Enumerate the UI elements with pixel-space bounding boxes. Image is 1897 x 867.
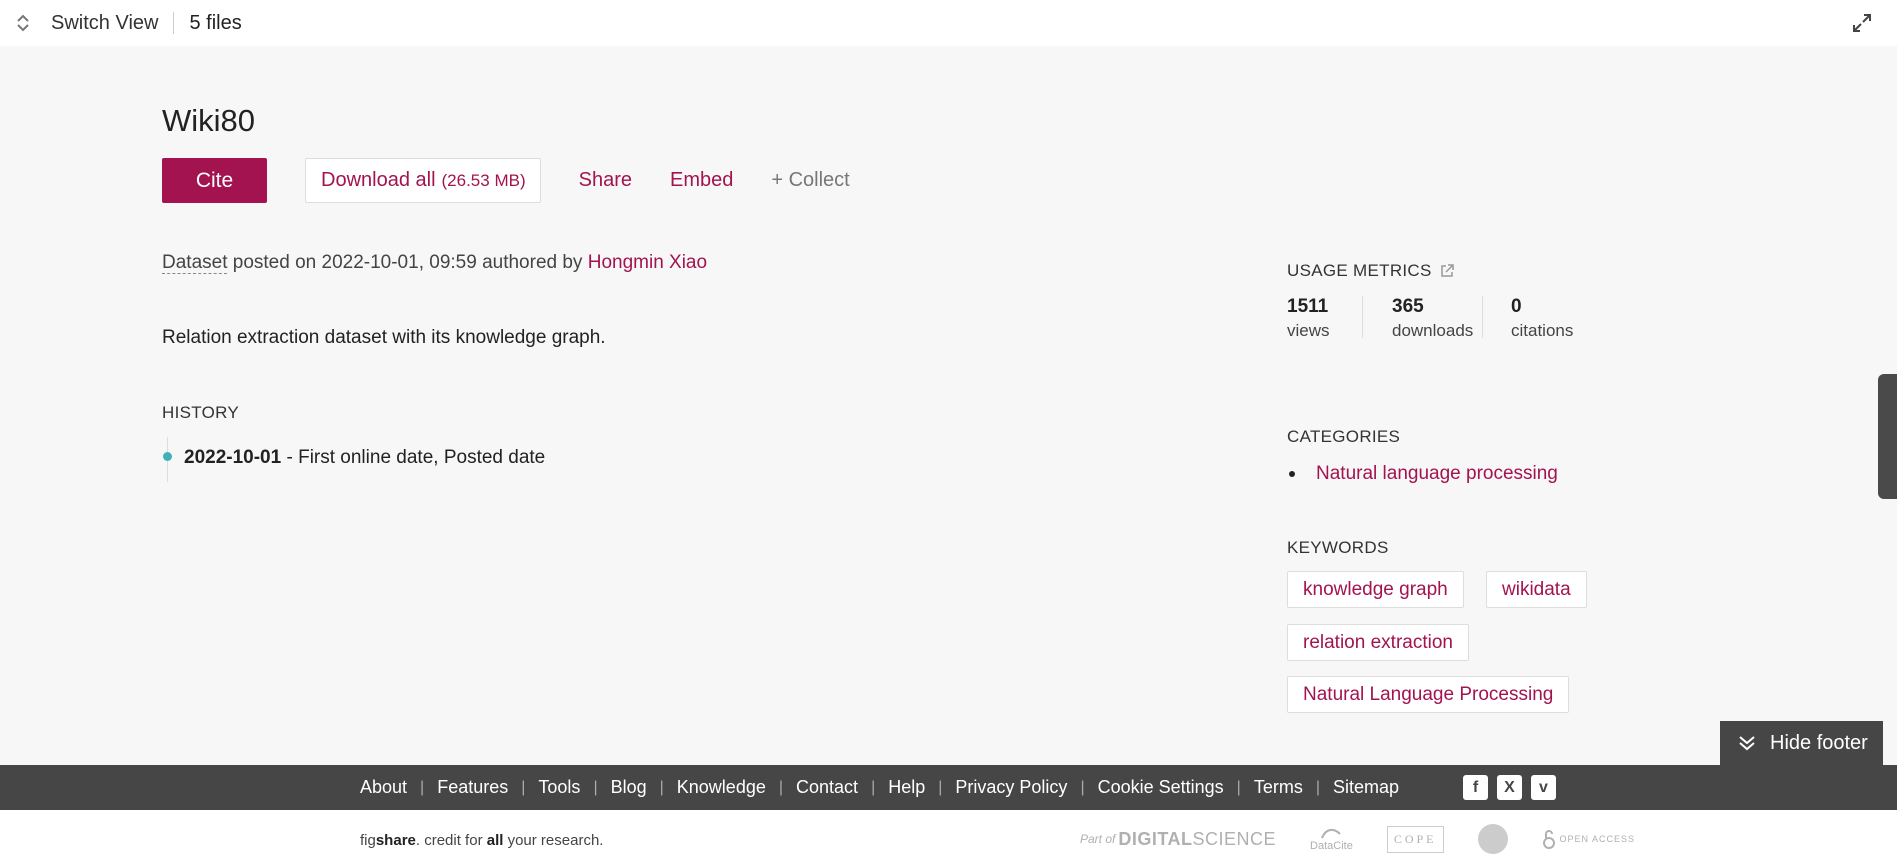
metric-citations: 0 citations — [1483, 296, 1573, 341]
usage-metrics-title: USAGE METRICS — [1287, 261, 1432, 280]
history-heading: HISTORY — [162, 403, 240, 422]
share-link[interactable]: Share — [579, 169, 632, 192]
footer-nav: About | Features | Tools | Blog | Knowledge |… — [0, 765, 1897, 810]
footer-credits: figshare. credit for all your research. … — [0, 810, 1897, 867]
x-icon[interactable]: X — [1497, 775, 1522, 800]
metric-label: downloads — [1392, 321, 1474, 340]
categories-heading: CATEGORIES — [1287, 427, 1401, 446]
history-entry: 2022-10-01 - First online date, Posted d… — [184, 447, 545, 469]
footer-link-cookies[interactable]: Cookie Settings — [1098, 777, 1224, 798]
keyword-tag[interactable]: knowledge graph — [1287, 571, 1464, 608]
expand-icon[interactable] — [1851, 12, 1873, 34]
files-count[interactable]: 5 files — [189, 12, 241, 35]
metric-label: views — [1287, 321, 1330, 340]
page-title: Wiki80 — [162, 103, 256, 138]
footer-link-help[interactable]: Help — [888, 777, 925, 798]
footer-credit: figshare. credit for all your research. — [360, 832, 604, 849]
cite-button[interactable]: Cite — [162, 158, 267, 203]
history-date: 2022-10-01 — [184, 447, 282, 468]
external-link-icon[interactable] — [1439, 263, 1455, 279]
metric-label: citations — [1511, 321, 1574, 340]
item-actions: Cite Download all (26.53 MB) Share Embed… — [162, 158, 850, 203]
footer-links: About | Features | Tools | Blog | Knowledge |… — [360, 777, 1400, 798]
keywords-heading: KEYWORDS — [1287, 538, 1389, 557]
author-link[interactable]: Hongmin Xiao — [588, 252, 707, 273]
cope-logo[interactable]: COPE — [1386, 825, 1444, 853]
download-all-label: Download all — [321, 169, 436, 191]
partner-logos: Part of DIGITALSCIENCE DataCite COPE OPE… — [1080, 824, 1669, 854]
open-access-logo[interactable]: OPEN ACCESS — [1542, 829, 1636, 849]
metric-downloads: 365 downloads — [1363, 296, 1482, 341]
posted-date: posted on 2022-10-01, 09:59 authored by — [232, 252, 583, 273]
double-chevron-down-icon — [1739, 736, 1755, 751]
keyword-tag[interactable]: relation extraction — [1287, 624, 1469, 661]
hide-footer-label: Hide footer — [1770, 731, 1868, 754]
switch-view-icon[interactable] — [12, 12, 34, 34]
metric-value: 0 — [1511, 296, 1522, 317]
metric-views: 1511 views — [1287, 296, 1362, 341]
history-text: - First online date, Posted date — [286, 447, 546, 468]
download-all-button[interactable]: Download all (26.53 MB) — [305, 158, 541, 203]
footer-link-blog[interactable]: Blog — [611, 777, 647, 798]
datacite-logo[interactable]: DataCite — [1310, 826, 1353, 852]
member-badge-logo[interactable] — [1477, 824, 1508, 854]
metric-value: 1511 — [1287, 296, 1329, 317]
footer-link-about[interactable]: About — [360, 777, 407, 798]
footer-link-terms[interactable]: Terms — [1254, 777, 1303, 798]
footer-link-features[interactable]: Features — [437, 777, 508, 798]
keyword-tag[interactable]: wikidata — [1486, 571, 1587, 608]
bullet-icon — [1289, 471, 1295, 477]
footer-link-contact[interactable]: Contact — [796, 777, 858, 798]
footer-link-tools[interactable]: Tools — [538, 777, 580, 798]
hide-footer-button[interactable]: Hide footer — [1720, 721, 1883, 765]
metric-value: 365 — [1392, 296, 1424, 317]
embed-link[interactable]: Embed — [670, 169, 733, 192]
digital-science-logo[interactable]: Part of DIGITALSCIENCE — [1080, 829, 1276, 850]
usage-metrics-heading: USAGE METRICS — [1287, 261, 1455, 281]
topbar-divider — [173, 12, 175, 34]
keyword-tag[interactable]: Natural Language Processing — [1287, 676, 1570, 713]
facebook-icon[interactable]: f — [1463, 775, 1488, 800]
top-bar: Switch View 5 files — [0, 0, 1897, 46]
posted-info: Dataset posted on 2022-10-01, 09:59 auth… — [162, 252, 707, 274]
item-type[interactable]: Dataset — [162, 252, 228, 274]
item-description: Relation extraction dataset with its kno… — [162, 327, 606, 348]
switch-view-button[interactable]: Switch View — [51, 12, 158, 35]
history-dot — [163, 452, 172, 461]
download-size: (26.53 MB) — [441, 170, 526, 190]
footer-link-privacy[interactable]: Privacy Policy — [955, 777, 1067, 798]
category-link[interactable]: Natural language processing — [1316, 463, 1558, 485]
usage-metrics: 1511 views 365 downloads 0 citations — [1287, 296, 1573, 341]
footer-link-knowledge[interactable]: Knowledge — [677, 777, 766, 798]
vimeo-icon[interactable]: v — [1531, 775, 1556, 800]
open-lock-icon — [1542, 830, 1555, 849]
social-links: f X v — [1463, 775, 1565, 800]
feedback-tab[interactable] — [1878, 374, 1897, 499]
collect-link[interactable]: + Collect — [771, 169, 849, 192]
category-item: Natural language processing — [1289, 463, 1558, 485]
footer-link-sitemap[interactable]: Sitemap — [1333, 777, 1399, 798]
